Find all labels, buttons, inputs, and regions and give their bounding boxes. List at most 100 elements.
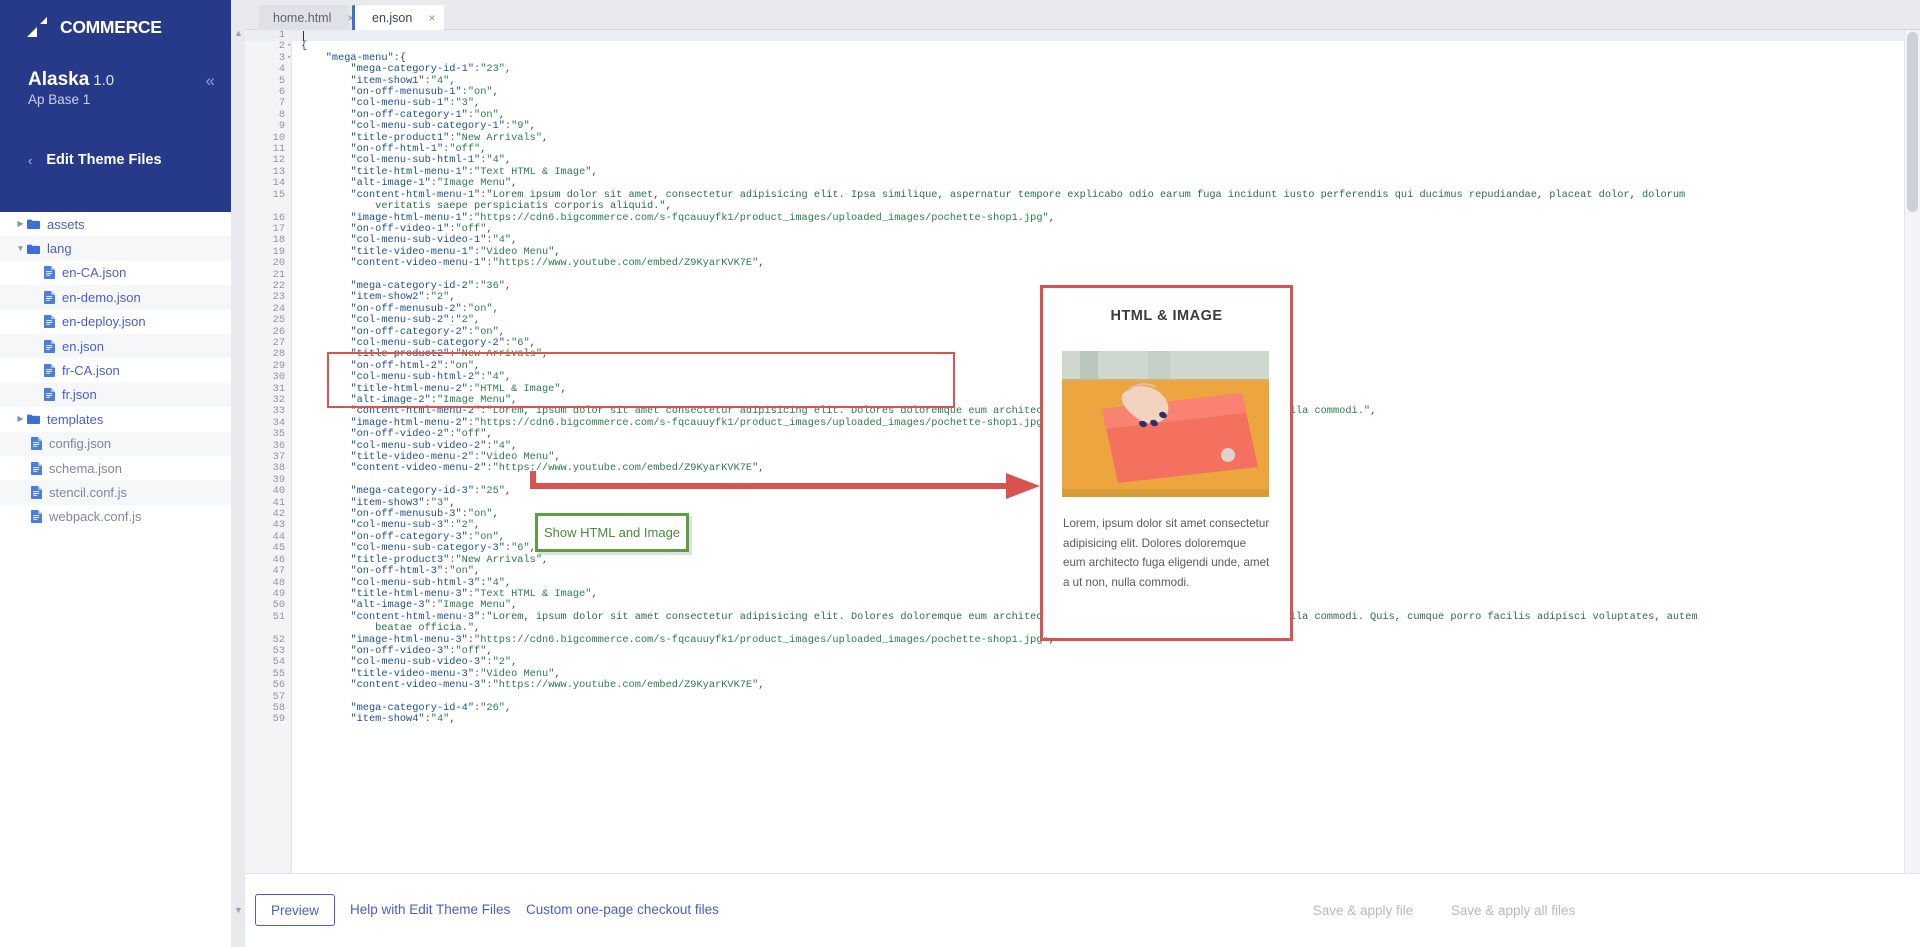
folder-icon <box>27 244 40 254</box>
scroll-up-icon[interactable]: ▲ <box>234 28 243 38</box>
edit-theme-files-label: Edit Theme Files <box>46 152 162 168</box>
pochette-shop-image <box>1062 351 1269 497</box>
editor-tab-home-html[interactable]: home.html × <box>259 5 354 30</box>
theme-name-text: Alaska <box>28 69 90 90</box>
line-number: 47 <box>272 565 285 578</box>
file-icon <box>31 437 42 451</box>
tree-item-assets[interactable]: ▶ assets <box>0 212 231 236</box>
line-number: 35 <box>272 428 285 441</box>
scroll-down-icon[interactable]: ▼ <box>234 905 243 915</box>
code-text: "item-show4":"4", <box>350 713 456 726</box>
code-line[interactable]: 1 <box>245 30 1904 42</box>
preview-title: HTML & IMAGE <box>1110 308 1223 324</box>
line-number: 20 <box>272 257 285 270</box>
line-number: 40 <box>272 485 285 498</box>
tree-item-label: webpack.conf.js <box>49 509 142 525</box>
tree-item-label: en-demo.json <box>62 289 141 305</box>
tree-item-schema-json[interactable]: schema.json <box>0 456 231 480</box>
tab-close-icon[interactable]: × <box>428 12 435 24</box>
code-text: "content-video-menu-3":"https://www.yout… <box>350 679 765 692</box>
code-line[interactable]: 58 "mega-category-id-4":"26", <box>245 702 1904 714</box>
code-line[interactable]: 14 "alt-image-1":"Image Menu", <box>245 177 1904 190</box>
editor-tabstrip: home.html × en.json × <box>245 0 1920 30</box>
tree-item-label: assets <box>47 216 85 232</box>
line-number: 51 <box>272 610 285 623</box>
tree-item-label: en-CA.json <box>62 265 127 281</box>
tab-label: home.html <box>273 10 332 25</box>
save-apply-all-files-button[interactable]: Save & apply all files <box>1437 894 1589 926</box>
tree-item-label: templates <box>47 411 104 427</box>
bigcommerce-logo-icon <box>25 17 59 37</box>
line-number: 15 <box>272 188 285 201</box>
tree-item-fr-ca-json[interactable]: fr-CA.json <box>0 358 231 382</box>
tree-item-stencil-conf-js[interactable]: stencil.conf.js <box>0 480 231 505</box>
line-number: 59 <box>272 713 285 726</box>
edit-theme-files-section[interactable]: ‹ Edit Theme Files <box>0 145 231 175</box>
tree-item-config-json[interactable]: config.json <box>0 431 231 456</box>
chevron-right-icon[interactable]: ▶ <box>14 220 27 228</box>
sidebar-header: COMMERCE Alaska 1.0 Ap Base 1 « ‹ Edit Th… <box>0 0 231 212</box>
tree-item-label: stencil.conf.js <box>49 484 128 500</box>
file-icon <box>31 510 42 524</box>
chevron-right-icon[interactable]: ▶ <box>14 415 27 423</box>
code-line[interactable]: 56 "content-video-menu-3":"https://www.y… <box>245 679 1904 692</box>
tree-item-templates[interactable]: ▶ templates <box>0 407 231 431</box>
tree-item-fr-json[interactable]: fr.json <box>0 382 231 408</box>
code-line[interactable]: 59 "item-show4":"4", <box>245 713 1904 726</box>
tree-item-en-json[interactable]: en.json <box>0 333 231 359</box>
custom-checkout-link[interactable]: Custom one-page checkout files <box>526 902 719 917</box>
sidebar: COMMERCE Alaska 1.0 Ap Base 1 « ‹ Edit Th… <box>0 0 231 947</box>
bottom-toolbar: Preview Help with Edit Theme Files Custo… <box>245 873 1920 947</box>
file-icon <box>44 315 55 329</box>
preview-image <box>1062 351 1269 497</box>
back-chevron-icon[interactable]: ‹ <box>28 153 32 168</box>
file-icon <box>44 266 55 280</box>
code-line[interactable]: 16 "image-html-menu-1":"https://cdn6.big… <box>245 212 1904 224</box>
file-icon <box>31 485 42 499</box>
help-link[interactable]: Help with Edit Theme Files <box>350 902 510 917</box>
fold-toggle-icon[interactable]: ▾ <box>287 53 295 64</box>
line-number: 45 <box>272 542 285 555</box>
collapse-sidebar-icon[interactable]: « <box>206 72 215 89</box>
code-line[interactable]: 20 "content-video-menu-1":"https://www.y… <box>245 257 1904 270</box>
editor-tab-en-json[interactable]: en.json × <box>352 5 444 30</box>
code-text: "content-video-menu-1":"https://www.yout… <box>350 257 765 270</box>
preview-button[interactable]: Preview <box>255 894 335 926</box>
tree-item-label: config.json <box>49 436 112 452</box>
file-icon <box>44 388 55 402</box>
line-number: 30 <box>272 371 285 384</box>
chevron-down-icon[interactable]: ▼ <box>14 244 27 253</box>
fold-toggle-icon[interactable]: ▾ <box>287 41 295 52</box>
file-tree[interactable]: ▶ assets ▼ lang en-CA.json en-demo.json en-dep… <box>0 212 231 529</box>
code-line[interactable]: 4 "mega-category-id-1":"23", <box>245 63 1904 76</box>
file-icon <box>44 339 55 353</box>
code-line[interactable]: 6 "on-off-menusub-1":"on", <box>245 86 1904 98</box>
bigcommerce-logo-text: COMMERCE <box>60 16 162 37</box>
tree-item-label: fr.json <box>62 387 97 403</box>
code-line[interactable]: 10 "title-product1":"New Arrivals", <box>245 132 1904 144</box>
tree-item-label: schema.json <box>49 460 122 476</box>
code-text: "content-html-menu-3":"Lorem, ipsum dolo… <box>350 610 1698 623</box>
line-number: 4 <box>278 63 285 76</box>
tree-item-label: lang <box>47 241 72 257</box>
preview-card: HTML & IMAGE Lorem, ipsum dolor sit amet… <box>1044 289 1289 637</box>
editor-left-rail: ▲ ▼ <box>231 0 245 947</box>
tree-item-lang[interactable]: ▼ lang <box>0 236 231 261</box>
line-number: 9 <box>278 120 285 133</box>
tree-item-label: en.json <box>62 338 104 354</box>
line-number: 56 <box>272 679 285 692</box>
tree-item-webpack-conf-js[interactable]: webpack.conf.js <box>0 505 231 529</box>
editor-vertical-scrollbar[interactable] <box>1904 30 1920 873</box>
tree-item-en-ca-json[interactable]: en-CA.json <box>0 261 231 285</box>
tree-item-en-demo-json[interactable]: en-demo.json <box>0 285 231 310</box>
line-number: 14 <box>272 177 285 190</box>
line-number: 25 <box>272 314 285 327</box>
file-icon <box>44 290 55 304</box>
theme-variant: Ap Base 1 <box>28 92 91 107</box>
scrollbar-thumb[interactable] <box>1907 32 1918 212</box>
save-apply-file-button[interactable]: Save & apply file <box>1301 894 1425 926</box>
code-line[interactable]: 2 ▾{ <box>245 40 1904 52</box>
folder-icon <box>27 414 40 425</box>
bigcommerce-logo[interactable]: COMMERCE <box>25 14 162 40</box>
tree-item-en-deploy-json[interactable]: en-deploy.json <box>0 310 231 334</box>
